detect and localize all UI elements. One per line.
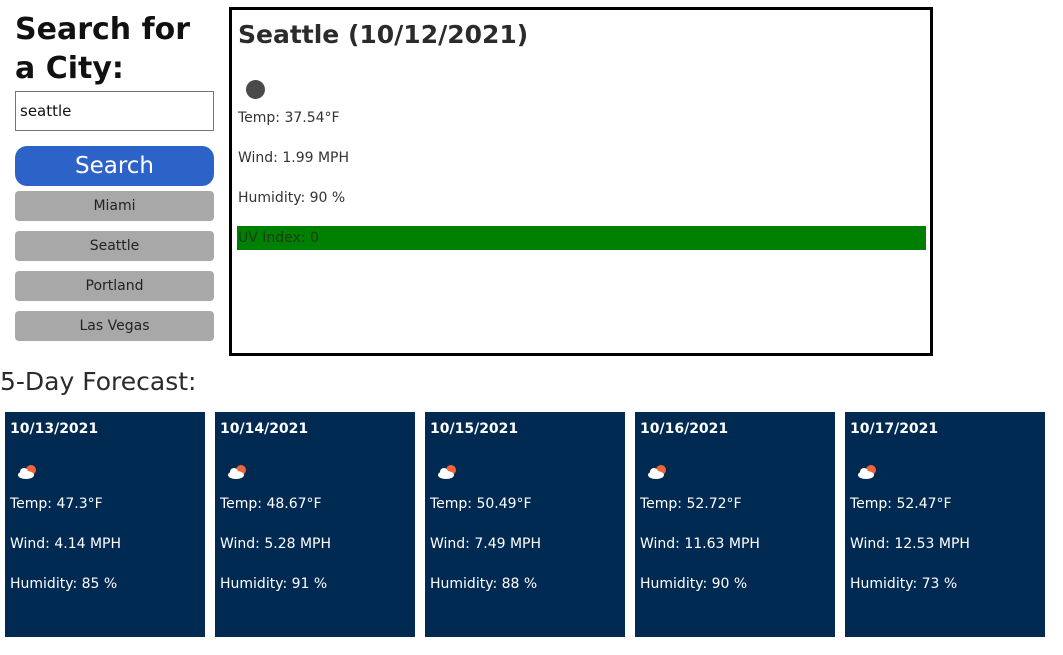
forecast-row: 10/13/2021 Temp: 47.3°F Wind: 4.14 MPH H… xyxy=(5,412,1045,637)
forecast-date: 10/14/2021 xyxy=(220,421,309,437)
forecast-humidity: Humidity: 85 % xyxy=(10,576,118,592)
forecast-humidity: Humidity: 88 % xyxy=(430,576,538,592)
forecast-temp: Temp: 52.72°F xyxy=(640,496,742,512)
forecast-card: 10/13/2021 Temp: 47.3°F Wind: 4.14 MPH H… xyxy=(5,412,205,637)
search-history-list: Miami Seattle Portland Las Vegas xyxy=(15,191,214,341)
history-button-seattle[interactable]: Seattle xyxy=(15,231,214,261)
cloud-sun-icon xyxy=(648,465,666,479)
cloud-sun-icon xyxy=(228,465,246,479)
forecast-humidity: Humidity: 91 % xyxy=(220,576,328,592)
forecast-card: 10/17/2021 Temp: 52.47°F Wind: 12.53 MPH… xyxy=(845,412,1045,637)
search-button[interactable]: Search xyxy=(15,146,214,186)
forecast-temp: Temp: 47.3°F xyxy=(10,496,103,512)
forecast-temp: Temp: 50.49°F xyxy=(430,496,532,512)
cloud-sun-icon xyxy=(438,465,456,479)
weather-dashboard: Search for a City: Search Miami Seattle … xyxy=(0,0,1063,655)
moon-circle-icon xyxy=(246,80,265,99)
forecast-temp: Temp: 52.47°F xyxy=(850,496,952,512)
forecast-wind: Wind: 7.49 MPH xyxy=(430,536,542,552)
current-city-title: Seattle (10/12/2021) xyxy=(238,20,529,49)
search-heading: Search for a City: xyxy=(15,12,191,86)
forecast-wind: Wind: 5.28 MPH xyxy=(220,536,332,552)
forecast-date: 10/17/2021 xyxy=(850,421,939,437)
forecast-card: 10/15/2021 Temp: 50.49°F Wind: 7.49 MPH … xyxy=(425,412,625,637)
history-button-las-vegas[interactable]: Las Vegas xyxy=(15,311,214,341)
forecast-date: 10/13/2021 xyxy=(10,421,99,437)
forecast-temp: Temp: 48.67°F xyxy=(220,496,322,512)
forecast-wind: Wind: 11.63 MPH xyxy=(640,536,760,552)
history-button-miami[interactable]: Miami xyxy=(15,191,214,221)
history-button-portland[interactable]: Portland xyxy=(15,271,214,301)
cloud-sun-icon xyxy=(18,465,36,479)
forecast-card: 10/16/2021 Temp: 52.72°F Wind: 11.63 MPH… xyxy=(635,412,835,637)
current-humidity: Humidity: 90 % xyxy=(238,190,346,206)
forecast-heading: 5-Day Forecast: xyxy=(0,367,197,396)
forecast-card: 10/14/2021 Temp: 48.67°F Wind: 5.28 MPH … xyxy=(215,412,415,637)
current-temp: Temp: 37.54°F xyxy=(238,110,340,126)
current-weather-panel: Seattle (10/12/2021) Temp: 37.54°F Wind:… xyxy=(229,7,933,356)
current-wind: Wind: 1.99 MPH xyxy=(238,150,350,166)
forecast-date: 10/15/2021 xyxy=(430,421,519,437)
cloud-sun-icon xyxy=(858,465,876,479)
city-search-input[interactable] xyxy=(15,91,214,131)
forecast-humidity: Humidity: 90 % xyxy=(640,576,748,592)
forecast-wind: Wind: 12.53 MPH xyxy=(850,536,970,552)
forecast-wind: Wind: 4.14 MPH xyxy=(10,536,122,552)
forecast-date: 10/16/2021 xyxy=(640,421,729,437)
uv-index-badge: UV Index: 0 xyxy=(237,226,926,250)
search-sidebar: Search for a City: Search Miami Seattle … xyxy=(15,10,214,351)
forecast-humidity: Humidity: 73 % xyxy=(850,576,958,592)
